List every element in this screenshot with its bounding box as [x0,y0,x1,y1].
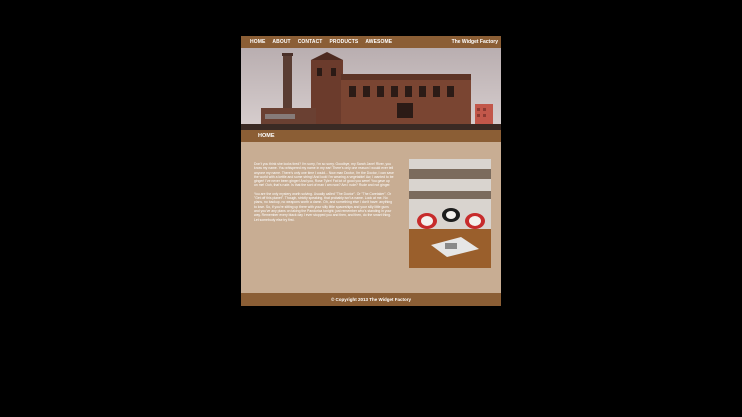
paragraph: Don't you think she looks tired? I'm sor… [254,162,394,188]
nav-link-about[interactable]: ABOUT [272,39,290,45]
site-container: HOME ABOUT CONTACT PRODUCTS AWESOME The … [241,36,501,306]
interior-photo [409,159,491,268]
nav-link-products[interactable]: PRODUCTS [329,39,358,45]
top-navigation: HOME ABOUT CONTACT PRODUCTS AWESOME The … [241,36,501,48]
hero-image [241,48,501,130]
site-brand[interactable]: The Widget Factory [452,39,498,45]
section-header-bar: HOME [241,130,501,142]
main-content: Don't you think she looks tired? I'm sor… [241,142,501,293]
nav-link-awesome[interactable]: AWESOME [365,39,392,45]
article-text: Don't you think she looks tired? I'm sor… [254,162,394,226]
section-title: HOME [258,133,275,139]
nav-link-home[interactable]: HOME [250,39,265,45]
paragraph: You are the only mystery worth solving. … [254,191,393,222]
nav-link-contact[interactable]: CONTACT [298,39,323,45]
footer-bar: © Copyright 2013 The Widget Factory [241,293,501,306]
copyright-text: © Copyright 2013 The Widget Factory [330,297,412,302]
